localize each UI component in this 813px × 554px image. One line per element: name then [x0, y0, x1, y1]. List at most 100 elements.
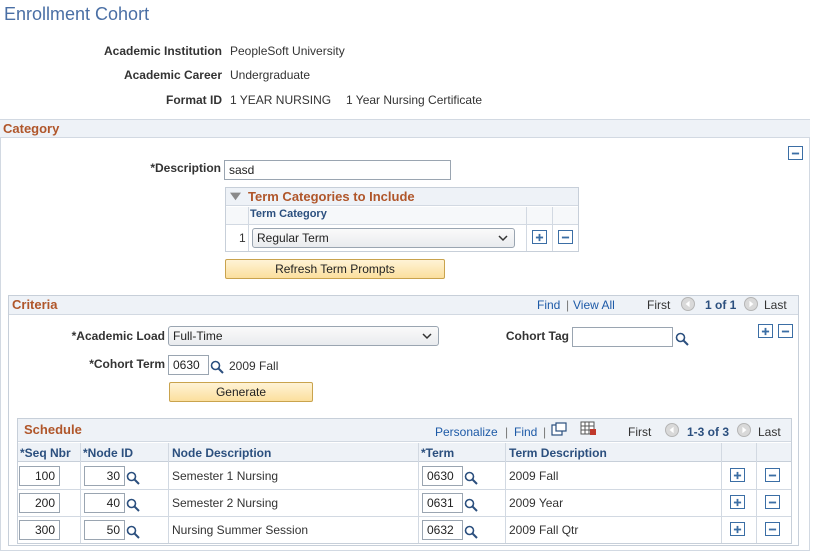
add-row-button[interactable] [730, 495, 745, 509]
search-icon[interactable] [126, 498, 140, 512]
node-id-input[interactable] [84, 520, 125, 540]
cohort-tag-label: Cohort Tag [505, 329, 569, 343]
schedule-personalize-link[interactable]: Personalize [435, 425, 498, 439]
column-header-node-description: Node Description [172, 446, 272, 460]
plus-icon [761, 327, 770, 335]
delete-row-button[interactable] [765, 468, 780, 482]
schedule-column-headers: *Seq Nbr *Node ID Node Description *Term… [18, 443, 791, 462]
minus-icon [768, 528, 777, 530]
download-spreadsheet-icon[interactable] [580, 421, 597, 436]
collapse-category-button[interactable] [788, 146, 803, 160]
minus-icon [768, 474, 777, 476]
delete-row-button[interactable] [765, 495, 780, 509]
format-id: 1 YEAR NURSING [230, 93, 332, 107]
term-category-select[interactable]: Regular Term [252, 228, 515, 248]
schedule-find-link[interactable]: Find [514, 425, 537, 439]
add-criteria-button[interactable] [758, 324, 773, 338]
term-category-row-number: 1 [239, 231, 246, 245]
minus-icon [561, 236, 570, 238]
plus-icon [733, 498, 742, 506]
seq-nbr-input[interactable] [19, 493, 60, 513]
academic-load-value: Full-Time [173, 329, 223, 343]
institution-label: Academic Institution [103, 44, 222, 58]
criteria-nav-separator: | [566, 298, 570, 312]
refresh-term-prompts-button[interactable]: Refresh Term Prompts [225, 259, 445, 279]
chevron-right-icon [742, 426, 747, 434]
criteria-counter: 1 of 1 [705, 298, 737, 312]
criteria-last-label: Last [764, 298, 787, 312]
criteria-next-button[interactable] [744, 297, 758, 311]
delete-row-button[interactable] [765, 522, 780, 536]
academic-load-label: *Academic Load [71, 329, 165, 343]
search-icon[interactable] [126, 525, 140, 539]
schedule-prev-button[interactable] [665, 423, 679, 437]
cohort-term-label: *Cohort Term [89, 357, 165, 371]
schedule-nav-separator: | [505, 425, 509, 439]
column-header-seq-nbr: *Seq Nbr [20, 446, 71, 460]
term-description: 2009 Fall [509, 469, 559, 483]
page-title: Enrollment Cohort [4, 4, 150, 24]
chevron-left-icon [669, 426, 674, 434]
career-value: Undergraduate [230, 68, 311, 82]
node-description: Semester 1 Nursing [172, 469, 279, 483]
remove-criteria-button[interactable] [778, 324, 793, 338]
minus-icon [781, 330, 790, 332]
schedule-first-label: First [628, 425, 652, 439]
plus-icon [733, 471, 742, 479]
search-icon[interactable] [210, 360, 224, 374]
term-input[interactable] [422, 493, 463, 513]
seq-nbr-input[interactable] [19, 520, 60, 540]
criteria-title: Criteria [12, 297, 58, 312]
criteria-view-all-link[interactable]: View All [573, 298, 615, 312]
search-icon[interactable] [464, 525, 478, 539]
cohort-term-description: 2009 Fall [229, 359, 279, 373]
chevron-down-icon [498, 235, 508, 242]
cohort-term-input[interactable] [168, 355, 209, 375]
term-categories-title: Term Categories to Include [248, 189, 415, 204]
minus-icon [791, 152, 800, 154]
criteria-prev-button[interactable] [681, 297, 695, 311]
schedule-nav-separator-2: | [543, 425, 547, 439]
schedule-title: Schedule [24, 422, 82, 437]
schedule-next-button[interactable] [737, 423, 751, 437]
node-description: Nursing Summer Session [172, 523, 309, 537]
format-label: Format ID [165, 93, 222, 107]
description-input[interactable] [224, 160, 451, 180]
generate-button[interactable]: Generate [169, 382, 313, 402]
description-label: *Description [150, 161, 221, 175]
academic-load-select[interactable]: Full-Time [168, 326, 439, 346]
add-row-button[interactable] [730, 468, 745, 482]
term-categories-header: Term Categories to Include [226, 188, 578, 206]
node-id-input[interactable] [84, 466, 125, 486]
chevron-down-icon [422, 333, 432, 340]
seq-nbr-input[interactable] [19, 466, 60, 486]
search-icon[interactable] [464, 471, 478, 485]
cohort-tag-input[interactable] [572, 327, 673, 347]
chevron-left-icon [685, 300, 690, 308]
new-window-icon[interactable] [551, 422, 567, 436]
plus-icon [535, 233, 544, 241]
column-header-term: *Term [421, 446, 455, 460]
node-id-input[interactable] [84, 493, 125, 513]
node-description: Semester 2 Nursing [172, 496, 279, 510]
search-icon[interactable] [126, 471, 140, 485]
schedule-counter: 1-3 of 3 [687, 425, 730, 439]
add-term-category-button[interactable] [532, 230, 547, 244]
institution-value: PeopleSoft University [230, 44, 345, 58]
term-category-column-header: Term Category [250, 208, 327, 220]
term-input[interactable] [422, 520, 463, 540]
search-icon[interactable] [675, 332, 689, 346]
add-row-button[interactable] [730, 522, 745, 536]
format-description: 1 Year Nursing Certificate [346, 93, 483, 107]
search-icon[interactable] [464, 498, 478, 512]
criteria-header: Criteria [9, 296, 798, 315]
collapse-triangle-icon[interactable] [230, 192, 241, 202]
criteria-first-label: First [647, 298, 671, 312]
term-input[interactable] [422, 466, 463, 486]
criteria-find-link[interactable]: Find [537, 298, 560, 312]
term-category-value: Regular Term [257, 231, 329, 245]
category-header: Category [0, 119, 810, 138]
term-description: 2009 Fall Qtr [509, 523, 579, 537]
plus-icon [733, 525, 742, 533]
remove-term-category-button[interactable] [558, 230, 573, 244]
